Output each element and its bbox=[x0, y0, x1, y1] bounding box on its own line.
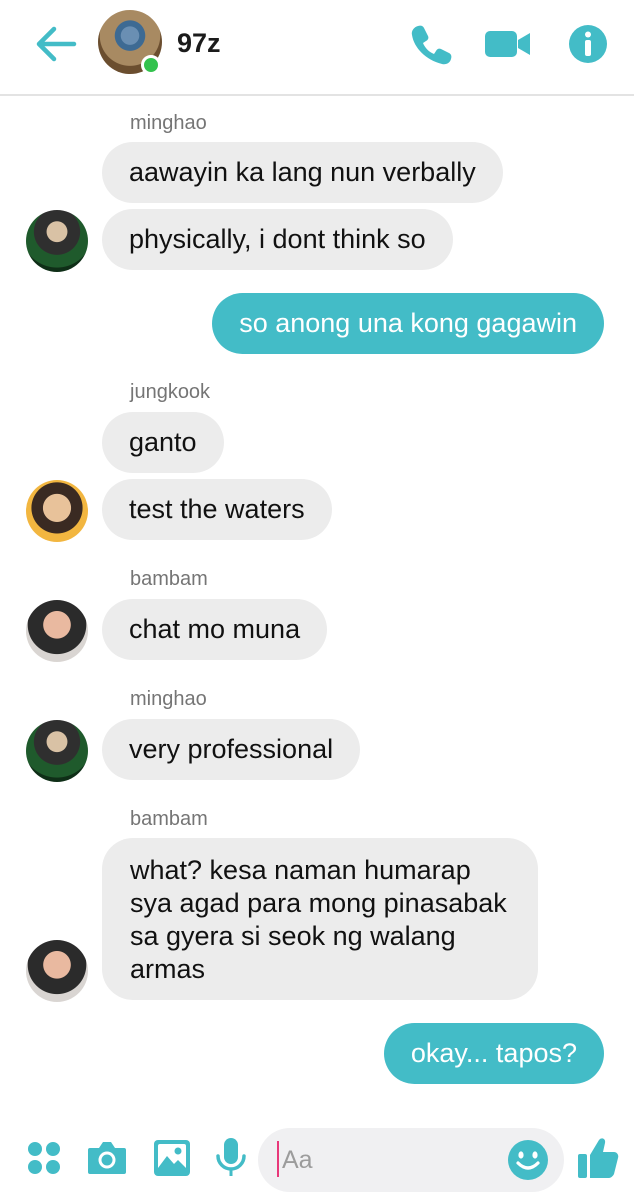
conversation-info-button[interactable] bbox=[566, 22, 610, 66]
back-arrow-icon bbox=[36, 26, 77, 62]
message-composer bbox=[0, 1120, 634, 1200]
apps-grid-icon bbox=[28, 1142, 60, 1174]
gallery-button[interactable] bbox=[152, 1138, 192, 1178]
back-button[interactable] bbox=[34, 24, 78, 64]
microphone-icon bbox=[216, 1138, 246, 1176]
sent-message-bubble[interactable]: so anong una kong gagawin bbox=[212, 293, 604, 354]
message-bubble[interactable]: aawayin ka lang nun verbally bbox=[102, 142, 503, 203]
sender-name: jungkook bbox=[130, 381, 211, 403]
message-bubble[interactable]: very professional bbox=[102, 719, 361, 780]
sender-name: minghao bbox=[130, 688, 207, 710]
text-cursor bbox=[277, 1141, 279, 1177]
emoji-icon bbox=[508, 1140, 548, 1180]
phone-icon bbox=[411, 25, 452, 65]
sender-avatar[interactable] bbox=[26, 210, 88, 272]
chat-header: 97z bbox=[0, 0, 634, 96]
message-input[interactable] bbox=[280, 1144, 500, 1176]
chat-title[interactable]: 97z bbox=[177, 28, 221, 59]
video-camera-icon bbox=[485, 31, 530, 57]
like-button[interactable] bbox=[576, 1134, 620, 1182]
message-bubble[interactable]: what? kesa naman humarap sya agad para m… bbox=[102, 838, 538, 1000]
apps-button[interactable] bbox=[26, 1140, 62, 1176]
sender-name: bambam bbox=[130, 568, 208, 590]
camera-button[interactable] bbox=[86, 1138, 128, 1178]
message-bubble[interactable]: ganto bbox=[102, 412, 224, 473]
message-bubble[interactable]: chat mo muna bbox=[102, 599, 328, 660]
sender-avatar[interactable] bbox=[26, 720, 88, 782]
emoji-button[interactable] bbox=[506, 1138, 550, 1182]
sender-name: bambam bbox=[130, 808, 208, 830]
online-status-dot bbox=[141, 55, 161, 75]
voice-message-button[interactable] bbox=[214, 1136, 248, 1180]
message-bubble[interactable]: physically, i dont think so bbox=[102, 209, 453, 270]
sender-avatar[interactable] bbox=[26, 940, 88, 1002]
video-call-button[interactable] bbox=[484, 22, 532, 66]
camera-icon bbox=[88, 1142, 126, 1174]
image-icon bbox=[154, 1140, 190, 1176]
sent-message-bubble[interactable]: okay... tapos? bbox=[383, 1023, 604, 1084]
sender-name: minghao bbox=[130, 112, 207, 134]
sender-avatar[interactable] bbox=[26, 600, 88, 662]
message-bubble[interactable]: test the waters bbox=[102, 479, 332, 540]
voice-call-button[interactable] bbox=[408, 22, 452, 66]
info-icon bbox=[569, 25, 607, 63]
sender-avatar[interactable] bbox=[26, 480, 88, 542]
thumbs-up-icon bbox=[578, 1138, 619, 1178]
